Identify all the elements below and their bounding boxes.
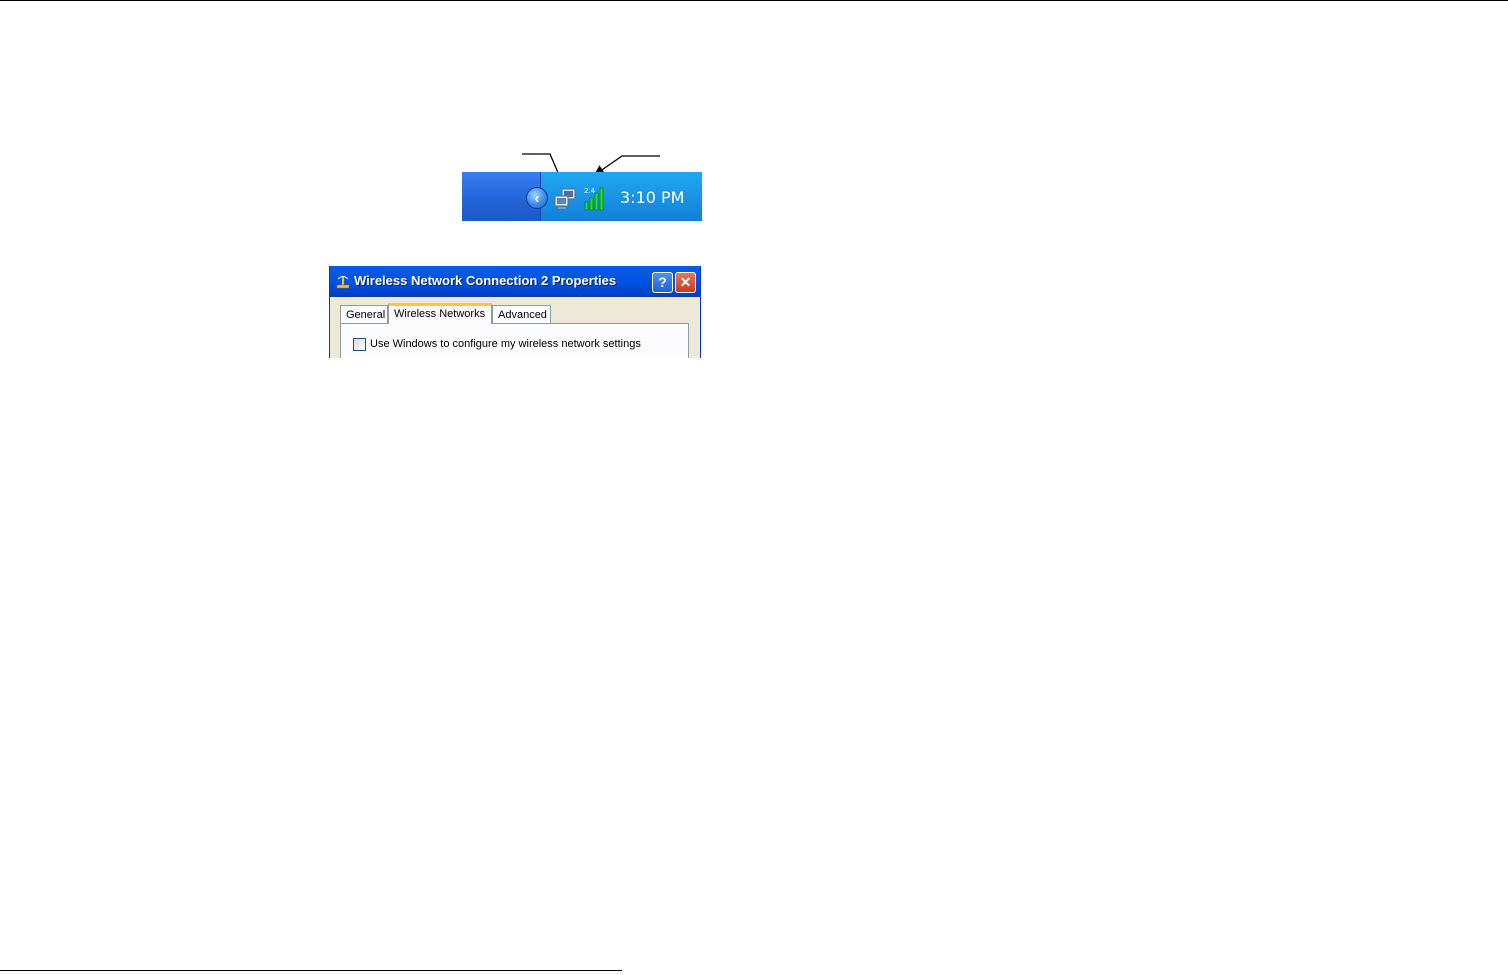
network-computers-icon[interactable] [554,188,578,210]
dialog-title: Wireless Network Connection 2 Properties [354,273,617,288]
footnote-rule [0,970,622,971]
taskbar-tray: ‹ 2.4 3:10 PM [462,172,702,221]
properties-dialog: Wireless Network Connection 2 Properties… [329,266,701,358]
tray-clock[interactable]: 3:10 PM [620,188,684,207]
use-windows-config-checkbox[interactable] [353,338,366,351]
tab-wireless-networks[interactable]: Wireless Networks [388,303,492,324]
use-windows-config-label[interactable]: Use Windows to configure my wireless net… [370,338,641,350]
tab-advanced[interactable]: Advanced [492,305,551,323]
help-button[interactable]: ? [652,272,673,293]
chevron-left-icon[interactable]: ‹ [526,187,548,209]
signal-band-label: 2.4 [584,187,596,195]
dialog-titlebar[interactable]: Wireless Network Connection 2 Properties… [330,266,700,297]
tab-general[interactable]: General [340,305,388,323]
network-connection-icon [336,275,350,289]
header-rule [0,0,1508,1]
close-button[interactable]: ✕ [675,272,696,293]
signal-bars-icon[interactable]: 2.4 [584,185,608,211]
